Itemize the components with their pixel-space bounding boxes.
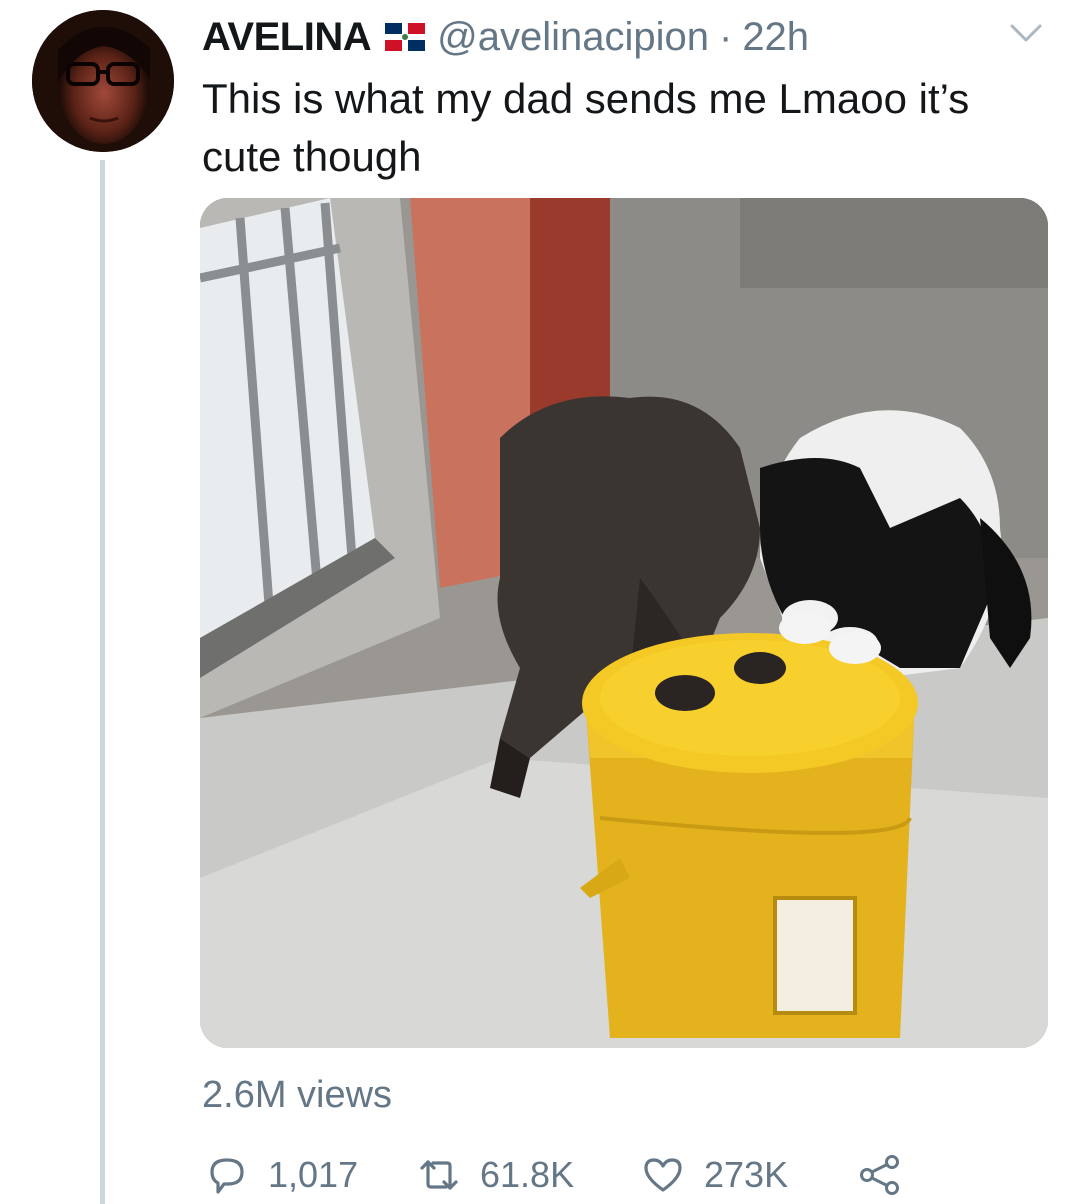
share-icon bbox=[856, 1152, 902, 1198]
retweet-icon bbox=[416, 1152, 462, 1198]
reply-icon bbox=[204, 1152, 250, 1198]
video-thumbnail[interactable] bbox=[200, 198, 1048, 1048]
like-button[interactable]: 273K bbox=[640, 1150, 788, 1200]
tweet-text: This is what my dad sends me Lmaoo it’s … bbox=[202, 75, 970, 180]
tweet-actions: 1,017 61.8K 273K bbox=[204, 1150, 1064, 1200]
video-frame bbox=[200, 198, 1048, 1048]
avatar[interactable] bbox=[32, 10, 174, 152]
separator-dot: · bbox=[718, 14, 733, 59]
tweet[interactable]: AVELINA @avelinacipion · 22h This is wha… bbox=[0, 0, 1080, 1204]
avatar-image bbox=[32, 10, 174, 152]
user-handle[interactable]: @avelinacipion bbox=[437, 15, 709, 60]
like-count: 273K bbox=[704, 1154, 789, 1195]
retweet-button[interactable]: 61.8K bbox=[416, 1150, 574, 1200]
heart-icon bbox=[640, 1152, 686, 1198]
timestamp[interactable]: 22h bbox=[742, 15, 809, 60]
reply-button[interactable]: 1,017 bbox=[204, 1150, 358, 1200]
chevron-down-icon[interactable] bbox=[1006, 18, 1046, 48]
view-count: 2.6M views bbox=[202, 1074, 393, 1116]
thread-line bbox=[100, 160, 105, 1204]
display-name[interactable]: AVELINA bbox=[202, 15, 372, 60]
share-button[interactable] bbox=[856, 1150, 902, 1200]
dominican-republic-flag-icon bbox=[385, 23, 426, 51]
reply-count: 1,017 bbox=[268, 1154, 359, 1195]
tweet-header: AVELINA @avelinacipion · 22h bbox=[202, 10, 809, 64]
retweet-count: 61.8K bbox=[480, 1154, 575, 1195]
